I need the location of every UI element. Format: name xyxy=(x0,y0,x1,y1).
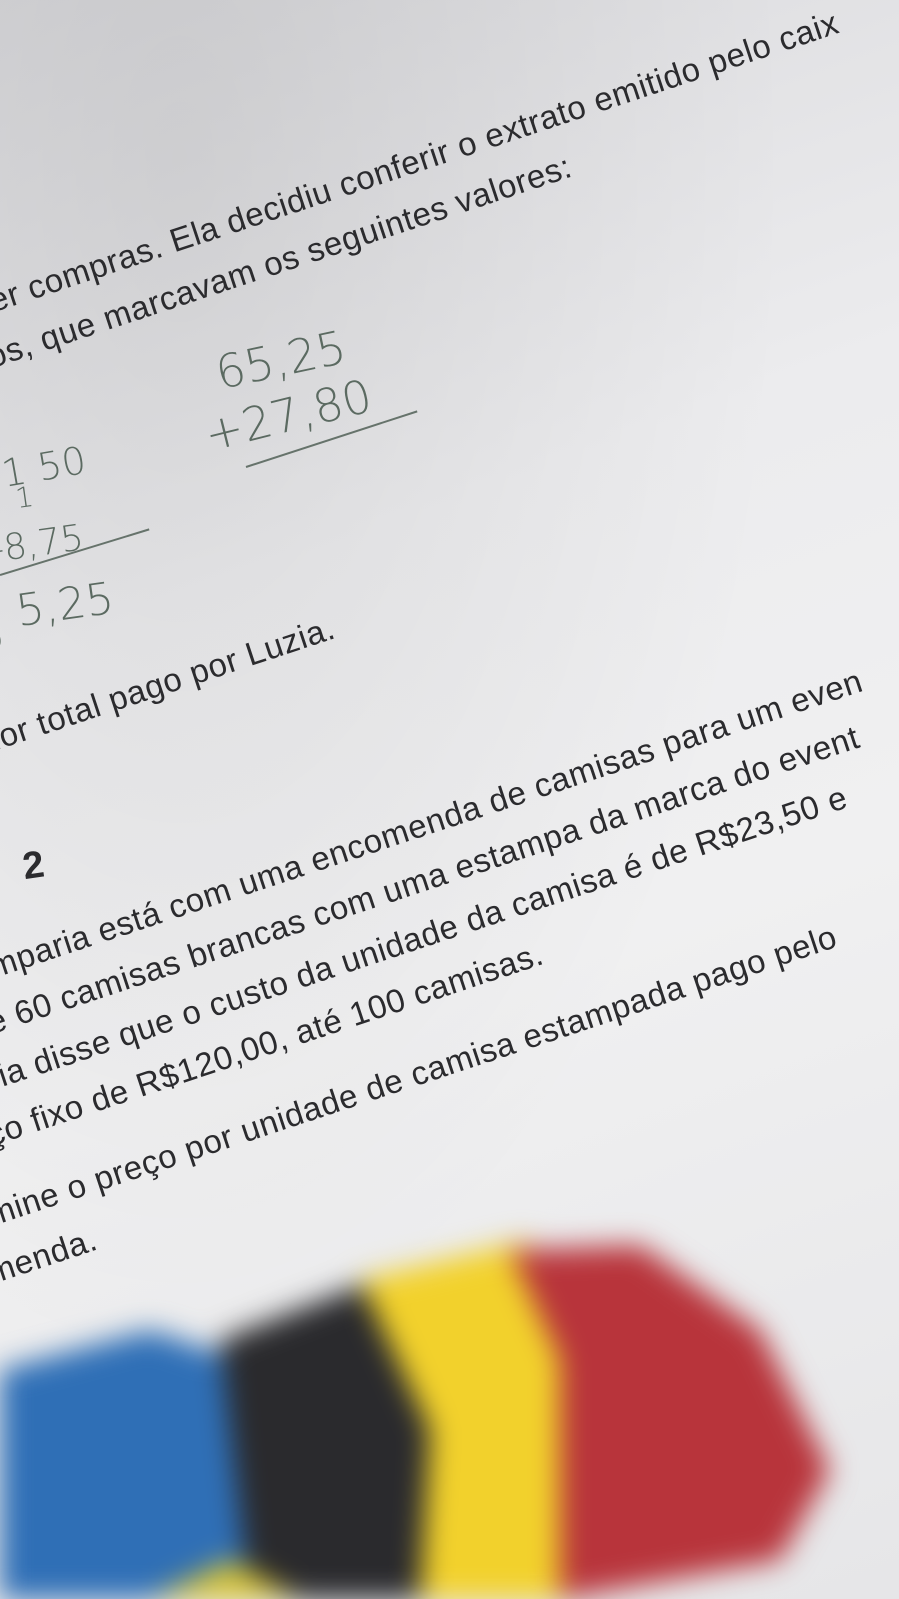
photo-scene: er compras. Ela decidiu conferir o extra… xyxy=(0,0,899,1599)
marker-pen-image xyxy=(0,1240,830,1599)
